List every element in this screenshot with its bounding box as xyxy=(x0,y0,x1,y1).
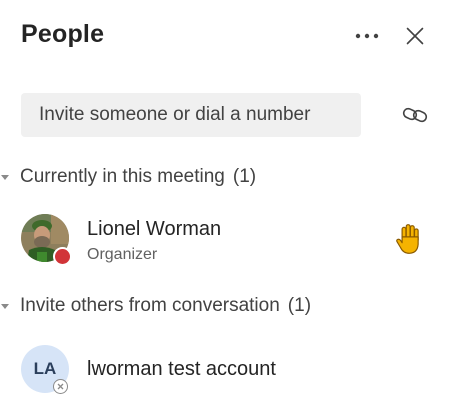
chevron-down-icon xyxy=(1,303,9,309)
avatar xyxy=(21,214,72,266)
presence-offline-indicator xyxy=(53,379,68,394)
panel-header: People xyxy=(21,20,431,52)
panel-title: People xyxy=(21,20,105,48)
avatar: LA xyxy=(21,345,69,394)
section-invite-others-toggle[interactable]: Invite others from conversation (1) xyxy=(0,293,311,319)
link-icon xyxy=(402,107,428,123)
section-label: Currently in this meeting xyxy=(20,166,225,187)
section-label: Invite others from conversation xyxy=(20,295,280,316)
invite-search-input[interactable] xyxy=(21,93,361,137)
section-in-meeting-toggle[interactable]: Currently in this meeting (1) xyxy=(0,164,256,190)
participant-name: Lionel Worman xyxy=(87,218,222,240)
participant-row[interactable]: Lionel Worman Organizer xyxy=(0,214,450,270)
section-count: (1) xyxy=(287,295,312,316)
more-options-button[interactable] xyxy=(351,22,383,50)
presence-busy-indicator xyxy=(53,247,72,266)
chevron-down-icon xyxy=(1,174,9,180)
more-horizontal-icon xyxy=(355,33,379,39)
raised-hand-icon xyxy=(396,224,419,254)
invitee-row[interactable]: LA lworman test account xyxy=(0,345,450,401)
close-icon xyxy=(406,27,424,45)
participant-role: Organizer xyxy=(87,246,158,263)
invitee-name: lworman test account xyxy=(87,358,276,380)
section-count: (1) xyxy=(232,166,257,187)
share-invite-link-button[interactable] xyxy=(401,101,429,129)
close-button[interactable] xyxy=(400,21,430,51)
